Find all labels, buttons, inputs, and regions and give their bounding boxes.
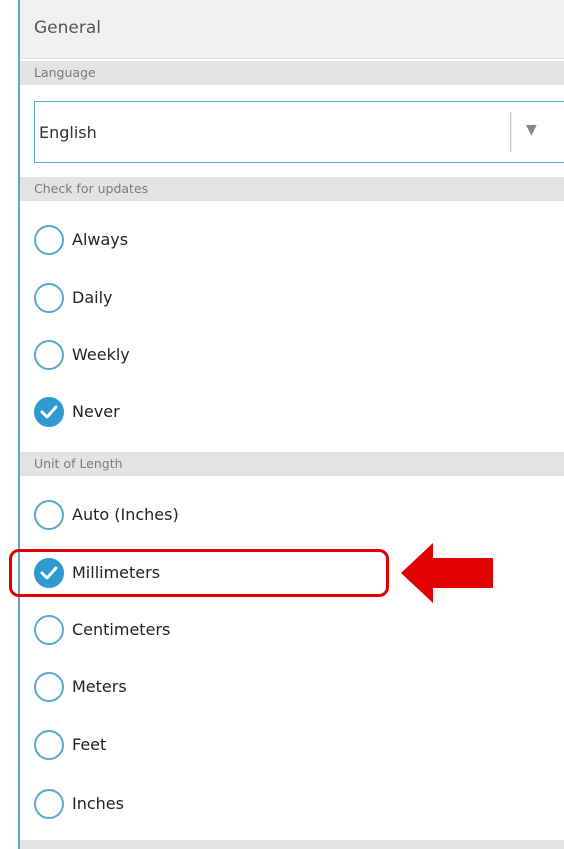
panel-title: General xyxy=(34,18,101,38)
language-dropdown[interactable]: English ▼ xyxy=(34,101,564,163)
radio-unchecked-icon[interactable] xyxy=(34,730,64,760)
radio-unchecked-icon[interactable] xyxy=(34,225,64,255)
radio-unchecked-icon[interactable] xyxy=(34,672,64,702)
left-arrow-icon xyxy=(401,543,493,603)
radio-unchecked-icon[interactable] xyxy=(34,615,64,645)
general-settings-panel: General Language English ▼ Check for upd… xyxy=(18,0,564,849)
radio-option-weekly[interactable]: Weekly xyxy=(34,337,374,377)
radio-label: Inches xyxy=(72,794,124,813)
radio-unchecked-icon[interactable] xyxy=(34,283,64,313)
footer-section-strip xyxy=(20,840,564,849)
section-label-updates: Check for updates xyxy=(34,181,149,196)
radio-option-inches[interactable]: Inches xyxy=(34,786,374,826)
radio-option-centimeters[interactable]: Centimeters xyxy=(34,612,374,652)
radio-option-auto-inches[interactable]: Auto (Inches) xyxy=(34,497,374,537)
radio-label: Feet xyxy=(72,735,107,754)
radio-label: Centimeters xyxy=(72,620,171,639)
radio-option-meters[interactable]: Meters xyxy=(34,669,374,709)
panel-header: General xyxy=(20,0,564,59)
radio-unchecked-icon[interactable] xyxy=(34,500,64,530)
radio-label: Never xyxy=(72,402,120,421)
radio-label: Meters xyxy=(72,677,127,696)
radio-checked-icon[interactable] xyxy=(34,397,64,427)
language-selected-value: English xyxy=(39,123,97,142)
section-label-language: Language xyxy=(34,65,96,80)
radio-label: Daily xyxy=(72,288,113,307)
radio-unchecked-icon[interactable] xyxy=(34,340,64,370)
checkmark-icon xyxy=(40,405,58,419)
dropdown-arrow-icon[interactable]: ▼ xyxy=(526,122,537,138)
section-header-updates: Check for updates xyxy=(20,177,564,201)
section-header-units: Unit of Length xyxy=(20,452,564,476)
radio-option-never[interactable]: Never xyxy=(34,394,374,434)
dropdown-separator xyxy=(510,112,512,152)
radio-label: Auto (Inches) xyxy=(72,505,179,524)
section-label-units: Unit of Length xyxy=(34,456,123,471)
radio-unchecked-icon[interactable] xyxy=(34,789,64,819)
section-header-language: Language xyxy=(20,61,564,85)
radio-option-daily[interactable]: Daily xyxy=(34,280,374,320)
annotation-highlight-box xyxy=(9,549,389,597)
radio-label: Always xyxy=(72,230,129,249)
radio-option-always[interactable]: Always xyxy=(34,222,374,262)
radio-label: Weekly xyxy=(72,345,130,364)
radio-option-feet[interactable]: Feet xyxy=(34,727,374,767)
